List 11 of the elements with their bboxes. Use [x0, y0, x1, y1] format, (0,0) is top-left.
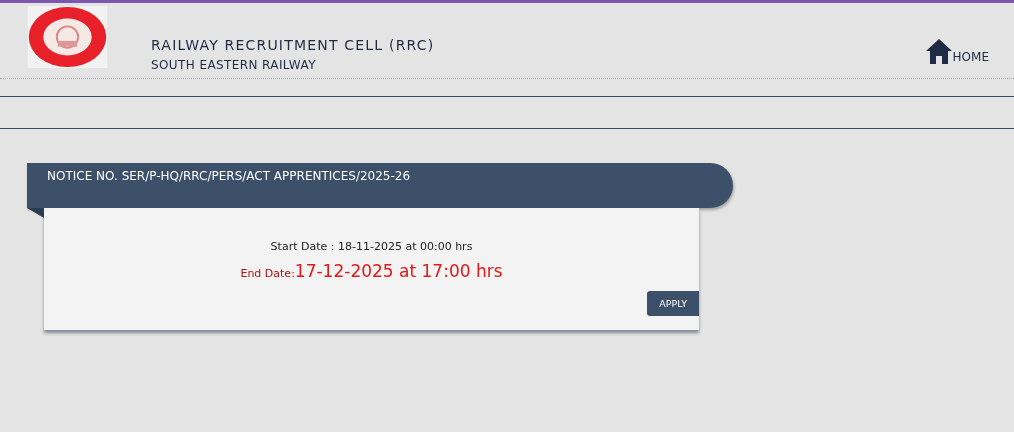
apply-button[interactable]: APPLY	[647, 291, 699, 316]
end-date-label: End Date:	[240, 267, 295, 280]
notice-title: NOTICE NO. SER/P-HQ/RRC/PERS/ACT APPRENTICES/2025-26	[47, 169, 411, 183]
railway-logo-icon	[27, 6, 108, 68]
site-subtitle: SOUTH EASTERN RAILWAY	[151, 58, 317, 72]
end-date-value: 17-12-2025 at 17:00 hrs	[294, 261, 503, 281]
home-link[interactable]: HOME	[925, 38, 989, 64]
start-date: Start Date : 18-11-2025 at 00:00 hrs	[269, 239, 474, 253]
banner-fold	[27, 208, 44, 218]
site-title: RAILWAY RECRUITMENT CELL (RRC)	[151, 37, 435, 53]
home-icon	[925, 38, 952, 64]
